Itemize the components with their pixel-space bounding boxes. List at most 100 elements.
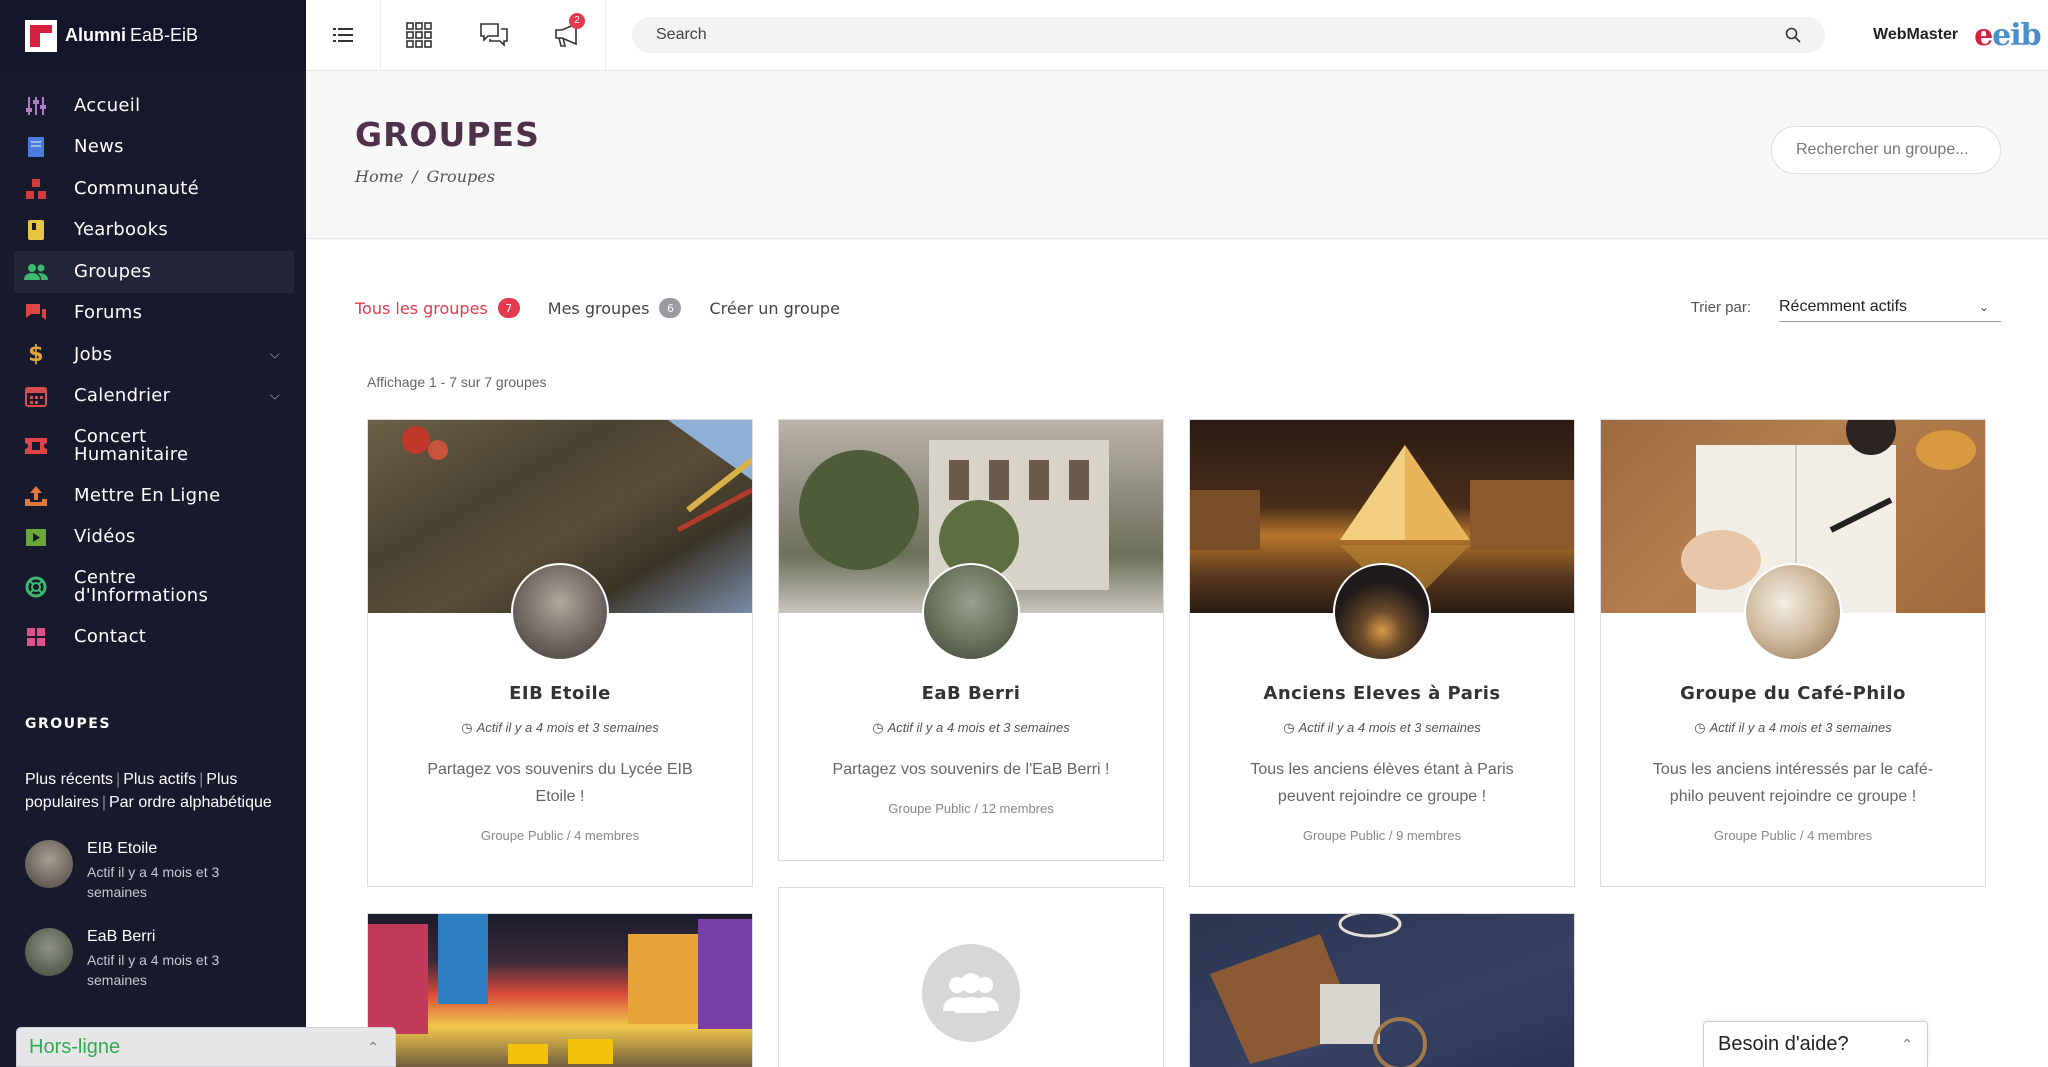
sidebar-item-label: Groupes <box>74 260 152 282</box>
sidebar-item-mettre-en-ligne[interactable]: Mettre En Ligne <box>0 475 294 517</box>
clock-icon: ◷ <box>1694 720 1706 735</box>
last-active-text: Actif il y a 4 mois et 3 semaines <box>1298 720 1481 735</box>
group-meta: Groupe Public / 4 membres <box>480 828 640 843</box>
clock-icon: ◷ <box>1283 720 1295 735</box>
sidebar-item-videos[interactable]: Vidéos <box>0 517 294 559</box>
group-card[interactable]: Anciens Eleves à Paris ◷ Actif il y a 4 m… <box>1189 419 1575 887</box>
group-card[interactable]: EIB Etoile ◷ Actif il y a 4 mois et 3 sem… <box>367 419 753 887</box>
sidebar-sort-links: Plus récents | Plus actifs | Plus populaires… <box>25 770 272 811</box>
dollar-icon: $ <box>28 342 44 368</box>
group-description: Tous les anciens intéressés par le café-… <box>1652 761 1934 805</box>
brand-subname: EaB-EiB <box>130 25 199 45</box>
sidebar-item-yearbooks[interactable]: Yearbooks <box>0 210 294 252</box>
group-avatar[interactable] <box>511 563 609 661</box>
last-active-text: Actif il y a 4 mois et 3 semaines <box>1709 720 1892 735</box>
search-input[interactable] <box>656 26 1785 44</box>
notifications-button[interactable]: 2 <box>531 0 606 71</box>
search-icon[interactable] <box>1785 27 1801 43</box>
avatar[interactable] <box>25 839 73 888</box>
sidebar-item-jobs[interactable]: $ Jobs ⌵ <box>0 334 294 376</box>
sort-link-recent[interactable]: Plus récents <box>25 771 113 788</box>
tab-all-groups[interactable]: Tous les groupes 7 <box>355 298 520 318</box>
sidebar-item-news[interactable]: News <box>0 127 294 169</box>
grid-icon <box>24 625 48 649</box>
page-title: GROUPES <box>355 115 540 154</box>
sort-select[interactable]: Récemment actifs ⌄ <box>1779 292 2001 322</box>
sidebar-item-centre-informations[interactable]: Centre d'Informations <box>0 558 294 616</box>
chat-icon <box>24 301 48 325</box>
messages-button[interactable] <box>456 0 531 71</box>
sidebar-item-label: Calendrier <box>74 385 171 407</box>
upload-icon <box>24 484 48 508</box>
group-search-input[interactable] <box>1796 141 1976 159</box>
sidebar-item-label: Contact <box>74 625 147 647</box>
sidebar-item-concert-humanitaire[interactable]: Concert Humanitaire <box>0 417 294 475</box>
group-placeholder-icon <box>943 973 999 1013</box>
group-avatar[interactable] <box>1333 563 1431 661</box>
group-card[interactable]: Groupe du Café-Philo ◷ Actif il y a 4 moi… <box>1600 419 1986 887</box>
group-card[interactable] <box>367 913 753 1067</box>
sidebar-item-label: Accueil <box>74 94 141 116</box>
group-cover-image[interactable] <box>368 914 752 1067</box>
group-title[interactable]: Groupe du Café-Philo <box>1621 683 1965 704</box>
sidebar-group-meta: Actif il y a 4 mois et 3 semaines <box>87 951 220 988</box>
sidebar-item-label: Centre d'Informations <box>74 567 209 606</box>
apps-grid-icon <box>405 22 432 48</box>
sidebar-item-accueil[interactable]: Accueil <box>0 85 294 127</box>
help-widget[interactable]: Besoin d'aide? ⌃ <box>1703 1021 1928 1067</box>
sidebar-item-label: Concert Humanitaire <box>74 426 189 465</box>
group-card[interactable] <box>778 887 1164 1067</box>
tab-count-badge: 7 <box>497 298 520 318</box>
ticket-icon <box>24 434 48 458</box>
community-icon <box>24 177 48 201</box>
sidebar-item-groupes[interactable]: Groupes <box>14 251 294 293</box>
user-name[interactable]: WebMaster <box>1873 26 1958 44</box>
apps-button[interactable] <box>381 0 456 71</box>
group-card[interactable] <box>1189 913 1575 1067</box>
group-title[interactable]: EIB Etoile <box>388 683 732 704</box>
sidebar-group-item[interactable]: EaB Berri Actif il y a 4 mois et 3 semai… <box>25 927 306 990</box>
chevron-up-icon[interactable]: ⌃ <box>1901 1036 1913 1053</box>
breadcrumb-home[interactable]: Home <box>355 167 403 186</box>
group-title[interactable]: Anciens Eleves à Paris <box>1210 683 1554 704</box>
sort-link-active[interactable]: Plus actifs <box>123 771 196 788</box>
sort-link-alpha[interactable]: Par ordre alphabétique <box>109 794 272 811</box>
sidebar-item-communaute[interactable]: Communauté <box>0 168 294 210</box>
document-icon <box>24 135 48 159</box>
sidebar-group-name[interactable]: EaB Berri <box>87 928 237 946</box>
sidebar-item-calendrier[interactable]: Calendrier ⌵ <box>0 376 294 418</box>
group-cover-image[interactable] <box>1190 914 1574 1067</box>
group-avatar[interactable] <box>1744 563 1842 661</box>
sidebar-item-label: Jobs <box>74 343 113 365</box>
sort-label: Trier par: <box>1690 298 1751 316</box>
chat-offline-widget[interactable]: Hors-ligne ⌃ <box>16 1027 396 1067</box>
chevron-up-icon[interactable]: ⌃ <box>367 1039 379 1056</box>
chevron-down-icon[interactable]: ⌵ <box>270 347 280 362</box>
menu-toggle-button[interactable] <box>306 0 381 71</box>
sidebar-group-name[interactable]: EIB Etoile <box>87 840 237 858</box>
video-icon <box>24 525 48 549</box>
eib-logo[interactable]: eeib <box>1974 18 2042 53</box>
avatar[interactable] <box>25 927 73 976</box>
chevron-down-icon[interactable]: ⌵ <box>270 389 280 404</box>
global-search <box>632 17 1825 53</box>
last-active-text: Actif il y a 4 mois et 3 semaines <box>887 720 1070 735</box>
sidebar: Alumni EaB-EiB Accueil News Communauté Y… <box>0 0 306 1067</box>
sidebar-group-item[interactable]: EIB Etoile Actif il y a 4 mois et 3 sema… <box>25 839 306 902</box>
page-header: GROUPES Home / Groupes <box>306 71 2048 239</box>
group-default-avatar[interactable] <box>922 944 1020 1042</box>
tab-label: Mes groupes <box>547 298 650 318</box>
sidebar-item-forums[interactable]: Forums <box>0 293 294 335</box>
group-search <box>1771 126 2001 174</box>
tab-my-groups[interactable]: Mes groupes 6 <box>548 298 682 318</box>
last-active-text: Actif il y a 4 mois et 3 semaines <box>476 720 659 735</box>
sliders-icon <box>24 94 48 118</box>
group-avatar[interactable] <box>922 563 1020 661</box>
sidebar-item-contact[interactable]: Contact <box>0 616 294 658</box>
group-title[interactable]: EaB Berri <box>799 683 1143 704</box>
brand[interactable]: Alumni EaB-EiB <box>0 0 306 71</box>
tab-create-group[interactable]: Créer un groupe <box>709 299 839 318</box>
group-meta: Groupe Public / 9 membres <box>1302 828 1462 843</box>
sidebar-item-label: Mettre En Ligne <box>74 484 221 506</box>
group-card[interactable]: EaB Berri ◷ Actif il y a 4 mois et 3 sema… <box>778 419 1164 861</box>
